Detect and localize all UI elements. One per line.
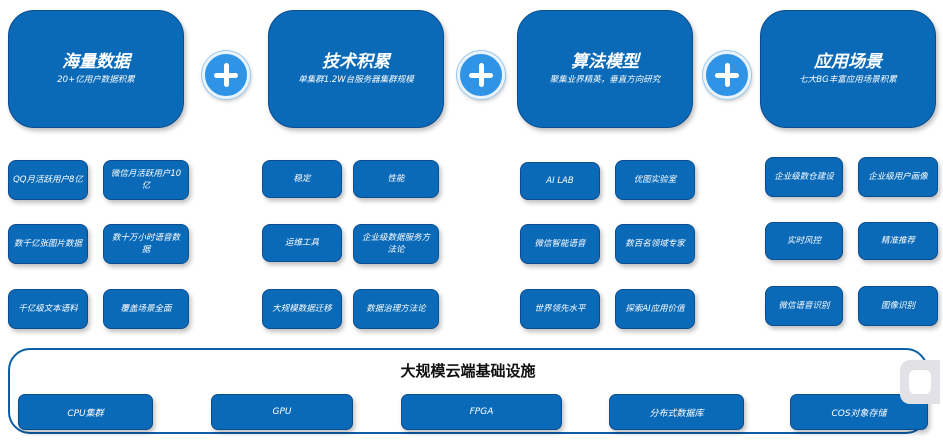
data-item: 数千亿张图片数据 [8,224,88,264]
application-item: 图像识别 [858,286,938,326]
tech-item: 数据治理方法论 [353,289,439,329]
data-item: 千亿级文本语料 [8,289,88,329]
category-subtitle: 单集群1.2W台服务器集群规模 [298,75,414,85]
category-title: 技术积累 [322,52,390,72]
category-box-data: 海量数据 20+亿用户数据积累 [8,10,184,128]
plus-icon [703,51,751,99]
application-item: 微信语音识别 [765,286,843,326]
category-box-application: 应用场景 七大BG丰富应用场景积累 [760,10,936,128]
infrastructure-item: FPGA [401,394,562,430]
application-item: 精准推荐 [858,222,938,260]
category-box-algorithm: 算法模型 聚集业界精英，垂直方向研究 [517,10,693,128]
infrastructure-item: GPU [211,394,353,430]
infrastructure-item: 分布式数据库 [609,394,744,430]
data-item: 微信月活跃用户10亿 [103,160,189,200]
algorithm-item: AI LAB [520,162,600,200]
tech-item: 性能 [353,160,439,198]
tech-item: 大规模数据迁移 [262,289,342,329]
category-subtitle: 七大BG丰富应用场景积累 [799,75,897,85]
category-title: 应用场景 [814,52,882,72]
data-item: 覆盖场景全面 [103,289,189,329]
category-subtitle: 20+亿用户数据积累 [57,75,135,85]
algorithm-item: 世界领先水平 [520,289,600,329]
tech-item: 稳定 [262,160,342,198]
infrastructure-item: CPU集群 [18,394,153,430]
plus-icon [202,51,250,99]
application-item: 企业级数仓建设 [765,157,843,197]
algorithm-item: 数百名领域专家 [615,224,695,264]
algorithm-item: 探索AI应用价值 [615,289,695,329]
category-box-tech: 技术积累 单集群1.2W台服务器集群规模 [268,10,444,128]
category-title: 海量数据 [62,52,130,72]
category-subtitle: 聚集业界精英，垂直方向研究 [549,75,661,85]
data-item: QQ月活跃用户8亿 [8,160,88,200]
app-icon[interactable] [909,370,931,394]
tech-item: 运维工具 [262,224,342,262]
tech-item: 企业级数据服务方法论 [353,224,439,264]
application-item: 实时风控 [765,222,843,260]
infrastructure-title: 大规模云端基础设施 [400,362,536,380]
category-title: 算法模型 [571,52,639,72]
data-item: 数十万小时语音数据 [103,224,189,264]
algorithm-item: 优图实验室 [615,160,695,200]
algorithm-item: 微信智能语音 [520,224,600,264]
plus-icon [457,51,505,99]
application-item: 企业级用户画像 [858,157,938,197]
